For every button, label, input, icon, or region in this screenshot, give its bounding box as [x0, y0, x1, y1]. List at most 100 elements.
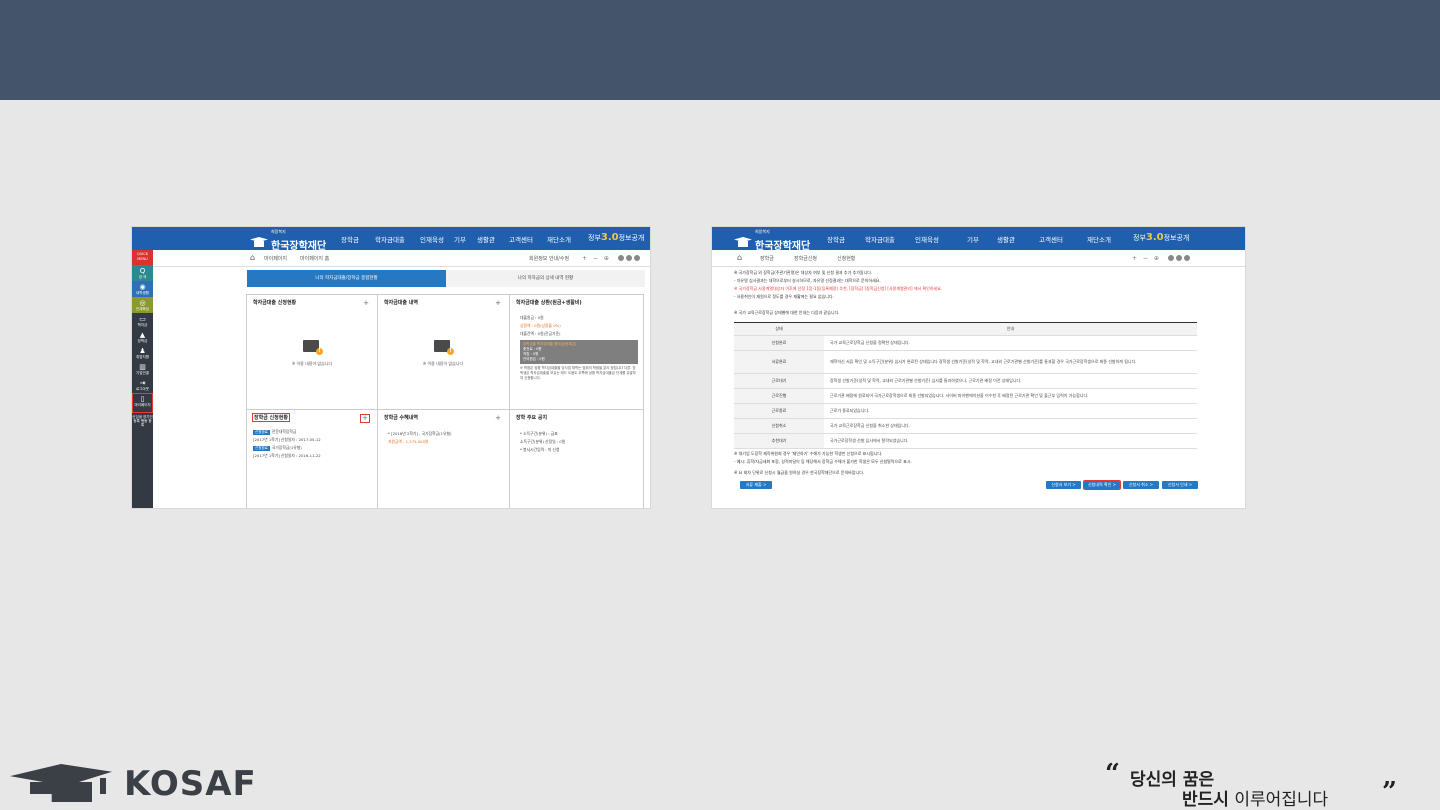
menu-item[interactable]: 기부	[454, 234, 466, 244]
alert-monitor-icon	[303, 340, 323, 355]
title-bar	[0, 0, 1440, 100]
breadcrumb-2[interactable]: 장학금신청	[794, 255, 817, 262]
menu-item[interactable]: 재단소개	[1087, 234, 1111, 244]
zoom-controls[interactable]: + − ⊕	[582, 255, 611, 262]
menu-item[interactable]: 생활관	[997, 234, 1015, 244]
panel-title: 장학금 수혜내역	[384, 415, 418, 421]
loan-status-panel: 학자금대출 신청현황 + ※ 이용 내용이 없습니다	[247, 295, 378, 410]
menu-item[interactable]: 장학금	[827, 234, 845, 244]
mypage-screenshot: 희망복지 한국장학재단 장학금 학자금대출 인재육성 기부 생활관 고객센터 재단…	[131, 226, 651, 509]
menu-item[interactable]: 장학금	[341, 234, 359, 244]
more-plus-icon[interactable]: +	[363, 300, 369, 307]
table-header: 상태 안내	[734, 323, 1197, 336]
sidebar-item-scholarship[interactable]: ▲ 장학금	[132, 329, 153, 345]
tab-detail[interactable]: 나의 학자금의 상세 내역 현황	[446, 270, 645, 287]
sidebar-item-org[interactable]: ▥ 기업연결	[132, 361, 153, 377]
logout-icon: ⇥	[139, 379, 146, 387]
people-icon: ♟	[139, 347, 146, 355]
compass-icon: ◎	[139, 299, 146, 307]
search-icon: Q	[139, 267, 146, 275]
sns-icons[interactable]	[1168, 255, 1190, 261]
user-info-link[interactable]: 회원정보 안내/수정	[529, 255, 569, 262]
quick-menu-sidebar: QUICK MENU Q검 색 ◉ 대학생활 ◎ 인재육성 ▭ 학자금 ▲ 장학금 ♟ 취…	[132, 250, 153, 508]
sidebar-item-search[interactable]: Q검 색	[132, 265, 153, 281]
panel-title: 학자금대출 내역	[384, 300, 418, 306]
menu-item[interactable]: 학자금대출	[865, 234, 895, 244]
more-plus-icon[interactable]: +	[495, 300, 501, 307]
sidebar-item-logout[interactable]: ⇥ 로그아웃	[132, 377, 153, 393]
menu-item[interactable]: 인재육성	[915, 234, 939, 244]
status-table: 상태 안내 신청완료 국가 교육근로장학금 신청을 정확한 상태입니다. 서류완료 재…	[734, 322, 1197, 449]
site-header: 희망복지 한국장학재단 장학금 학자금대출 인재육성 기부 생활관 고객센터 재단…	[132, 227, 650, 252]
bank-icon: ▥	[139, 363, 146, 371]
home-icon[interactable]: ⌂	[250, 254, 255, 262]
breadcrumb-3[interactable]: 신청현황	[837, 255, 855, 262]
repay-info-box: 장학금을 학자금대출 원리금(등록금) 충전료 : 0원 적립 : 0원 잔여원…	[520, 340, 638, 364]
table-row: 근로진행 근로기관 배정에 원료되어 국가근로장학생으로 최종 선발되었습니다. …	[734, 389, 1197, 404]
dashboard-grid: 학자금대출 신청현황 + ※ 이용 내용이 없습니다 학자금대출 내역 + ※ …	[246, 294, 644, 508]
utility-bar: ⌂ 마이페이지 마이페이지 홈 회원정보 안내/수정 + − ⊕	[132, 250, 650, 267]
mypage-tabs: 나의 학자금대출/장학금 종합현황 나의 학자금의 상세 내역 현황	[247, 270, 645, 287]
sidebar-item-register[interactable]: 신입생 장기인 등록 행동 등록	[132, 413, 153, 435]
print-application-button[interactable]: 신청서 인쇄 >	[1162, 481, 1198, 489]
grad-cap-icon	[734, 235, 752, 248]
cap-icon: ▲	[139, 331, 146, 339]
kosaf-footer-logo: KOSAF	[10, 764, 257, 804]
sidebar-item-life[interactable]: ◉ 대학생활	[132, 281, 153, 297]
panel-title: 장학금 신청현황	[252, 413, 290, 422]
slogan-line-2: 반드시 이루어집니다	[1182, 790, 1329, 810]
table-row: 신청완료 국가 교육근로장학금 신청을 정확한 상태입니다.	[734, 336, 1197, 351]
breadcrumb-1[interactable]: 마이페이지	[264, 255, 287, 262]
menu-item[interactable]: 고객센터	[509, 234, 533, 244]
more-plus-icon[interactable]: +	[495, 415, 501, 422]
cancel-application-button[interactable]: 신청서 취소 >	[1123, 481, 1159, 489]
panel-title: 학자금대출 신청현황	[253, 300, 297, 306]
quote-open: “	[1105, 759, 1120, 789]
table-row: 추천대기 국가근로장학생 선발 심사에서 탈락되었습니다.	[734, 434, 1197, 449]
gov-30-link[interactable]: 정부3.0정보공개	[588, 232, 644, 243]
table-row: 서류완료 재학하신 서류 확인 및 소득구간(분위) 심사가 완료된 상태입니다 …	[734, 351, 1197, 374]
alert-monitor-icon	[434, 340, 454, 355]
globe-icon: ◉	[139, 283, 146, 291]
slogan: “ 당신의 꿈은 반드시 이루어집니다 ”	[1090, 759, 1410, 810]
menu-item[interactable]: 학자금대출	[375, 234, 405, 244]
brand-name: KOSAF	[124, 764, 257, 804]
quote-close: ”	[1382, 777, 1397, 807]
site-header: 희망복지 한국장학재단 장학금 학자금대출 인재육성 기부 생활관 고객센터 재단…	[712, 227, 1245, 252]
sns-icons[interactable]	[618, 255, 640, 261]
table-row: 근로대기 장학생 선발기준(성적 및 학적, 교내외 근로기관별 선발기준) 심사…	[734, 374, 1197, 389]
view-application-button[interactable]: 신청서 보기 >	[1046, 481, 1081, 489]
sidebar-item-talent[interactable]: ◎ 인재육성	[132, 297, 153, 313]
scholarship-status-panel: 장학금 신청현황 + 신청완료 전문대학장학금 [2017년 1학기] 신청일자 …	[247, 410, 378, 508]
zoom-controls[interactable]: + − ⊕	[1132, 255, 1161, 262]
home-icon[interactable]: ⌂	[737, 254, 742, 262]
quick-menu-label: QUICK MENU	[132, 250, 153, 265]
breadcrumb-1[interactable]: 장학금	[760, 255, 774, 262]
grad-cap-icon	[250, 235, 268, 248]
tab-summary[interactable]: 나의 학자금대출/장학금 종합현황	[247, 270, 446, 287]
lock-icon: ▯	[140, 395, 145, 403]
sidebar-item-mypage[interactable]: ▯ 마이페이지	[132, 393, 153, 413]
grad-cap-icon	[10, 764, 112, 804]
gov-30-link[interactable]: 정부3.0정보공개	[1133, 232, 1189, 243]
utility-bar: ⌂ 장학금 장학금신청 신청현황 + − ⊕	[712, 250, 1245, 267]
scholarship-notice-panel: 장학 주요 공지 * 소득구간(분위) : 급표 소득구간(분위) 산정일 : …	[510, 410, 644, 508]
panel-title: 장학 주요 공지	[516, 415, 548, 421]
sidebar-item-loan[interactable]: ▭ 학자금	[132, 313, 153, 329]
loan-history-panel: 학자금대출 내역 + ※ 이용 내용이 없습니다	[378, 295, 510, 410]
repay-panel: 학자금대출 상환(원금+생활비) 대출원금 : 0원 상환액 : 0원(상환율 …	[510, 295, 644, 410]
menu-item[interactable]: 기부	[967, 234, 979, 244]
table-row: 근로종료 근로가 종료되었습니다.	[734, 404, 1197, 419]
submit-docs-button[interactable]: 서류 제출 >	[740, 481, 772, 489]
monitor-icon: ▭	[139, 315, 146, 323]
scholarship-receive-panel: 장학금 수혜내역 + * [2016년 2학기] - 국가장학금(1유형) 지원…	[378, 410, 510, 508]
breadcrumb-2[interactable]: 마이페이지 홈	[300, 255, 329, 262]
menu-item[interactable]: 인재육성	[420, 234, 444, 244]
menu-item[interactable]: 생활관	[477, 234, 495, 244]
more-plus-icon[interactable]: +	[360, 414, 370, 423]
application-status-screenshot: 희망복지 한국장학재단 장학금 학자금대출 인재육성 기부 생활관 고객센터 재단…	[711, 226, 1246, 509]
sidebar-item-job[interactable]: ♟ 취업지원	[132, 345, 153, 361]
check-history-button[interactable]: 신청내역 확인 >	[1083, 480, 1121, 490]
menu-item[interactable]: 재단소개	[547, 234, 571, 244]
menu-item[interactable]: 고객센터	[1039, 234, 1063, 244]
